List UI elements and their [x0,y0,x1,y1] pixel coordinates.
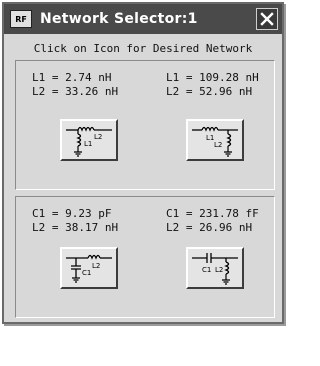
network-4-label-b: L2 [215,266,223,274]
network-selector-window: RF Network Selector:1 Click on Icon for … [2,2,284,324]
network-panel-bottom: C1 = 9.23 pF L2 = 38.17 nH L2 C1 C1 = 23… [15,196,275,318]
series-c1-shunt-l2-network-icon: C1 L2 [192,253,238,285]
series-l1-shunt-l2-network-icon: L1 L2 [192,126,238,157]
network-panel-top: L1 = 2.74 nH L2 = 33.26 nH L2 L1 L1 = 10… [15,60,275,190]
network-3-label-b: C1 [82,269,91,277]
network-3-label-a: L2 [92,262,100,270]
network-option-1: L1 = 2.74 nH L2 = 33.26 nH [32,71,152,99]
network-1-label-b: L1 [84,140,92,148]
network-2-button[interactable]: L1 L2 [186,119,244,161]
shunt-l1-series-l2-network-icon: L2 L1 [66,126,112,157]
app-icon: RF [10,10,32,28]
network-2-value-l1: L1 = 109.28 nH [166,71,259,84]
instruction-text: Click on Icon for Desired Network [33,42,253,55]
network-1-value-l2: L2 = 33.26 nH [32,85,119,98]
network-1-button[interactable]: L2 L1 [60,119,118,161]
network-2-value-l2: L2 = 52.96 nH [166,85,253,98]
close-button[interactable] [256,8,278,30]
network-1-label-a: L2 [94,133,102,141]
network-2-label-b: L2 [214,141,222,149]
network-option-4: C1 = 231.78 fF L2 = 26.96 nH [166,207,286,235]
window-title: Network Selector:1 [40,11,198,27]
network-3-button[interactable]: L2 C1 [60,247,118,289]
network-4-value-c1: C1 = 231.78 fF [166,207,259,220]
network-4-value-l2: L2 = 26.96 nH [166,221,253,234]
close-icon [260,12,274,26]
network-4-label-a: C1 [202,266,211,274]
title-bar[interactable]: RF Network Selector:1 [4,4,282,34]
network-3-value-c1: C1 = 9.23 pF [32,207,112,220]
network-4-button[interactable]: C1 L2 [186,247,244,289]
network-option-3: C1 = 9.23 pF L2 = 38.17 nH [32,207,152,235]
shunt-c1-series-l2-network-icon: L2 C1 [66,254,112,283]
network-option-2: L1 = 109.28 nH L2 = 52.96 nH [166,71,286,99]
network-3-value-l2: L2 = 38.17 nH [32,221,119,234]
network-1-value-l1: L1 = 2.74 nH [32,71,112,84]
